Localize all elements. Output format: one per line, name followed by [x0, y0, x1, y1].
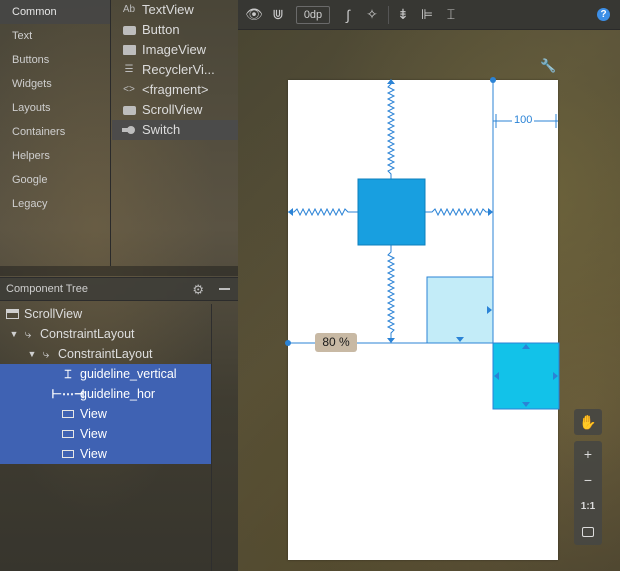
- pan-hand-icon[interactable]: ✋: [574, 409, 602, 435]
- constraint-top: [386, 80, 396, 179]
- constraint-bottom: [386, 245, 396, 343]
- constraint-overlay: [285, 77, 560, 410]
- view-cyan[interactable]: [492, 342, 560, 410]
- zoom-group: + − 1:1: [574, 441, 602, 545]
- guideline-anchor[interactable]: [285, 340, 291, 346]
- guideline-percent-badge[interactable]: 80 %: [315, 333, 357, 352]
- zoom-in-button[interactable]: +: [574, 441, 602, 467]
- arrow-head: [488, 208, 493, 216]
- arrow-head: [387, 79, 395, 84]
- view-light[interactable]: [426, 276, 494, 344]
- zoom-one-to-one-button[interactable]: 1:1: [574, 493, 602, 519]
- zoom-controls: ✋ + − 1:1: [574, 409, 602, 545]
- arrow-head: [288, 208, 293, 216]
- distance-label[interactable]: 100: [512, 114, 535, 126]
- constraint-left: [288, 207, 358, 217]
- view-center[interactable]: [357, 178, 426, 246]
- zoom-fit-button[interactable]: [574, 519, 602, 545]
- guideline-anchor[interactable]: [490, 77, 496, 83]
- zoom-out-button[interactable]: −: [574, 467, 602, 493]
- constraint-right: [425, 207, 493, 217]
- fit-screen-icon: [582, 527, 594, 537]
- arrow-head: [387, 338, 395, 343]
